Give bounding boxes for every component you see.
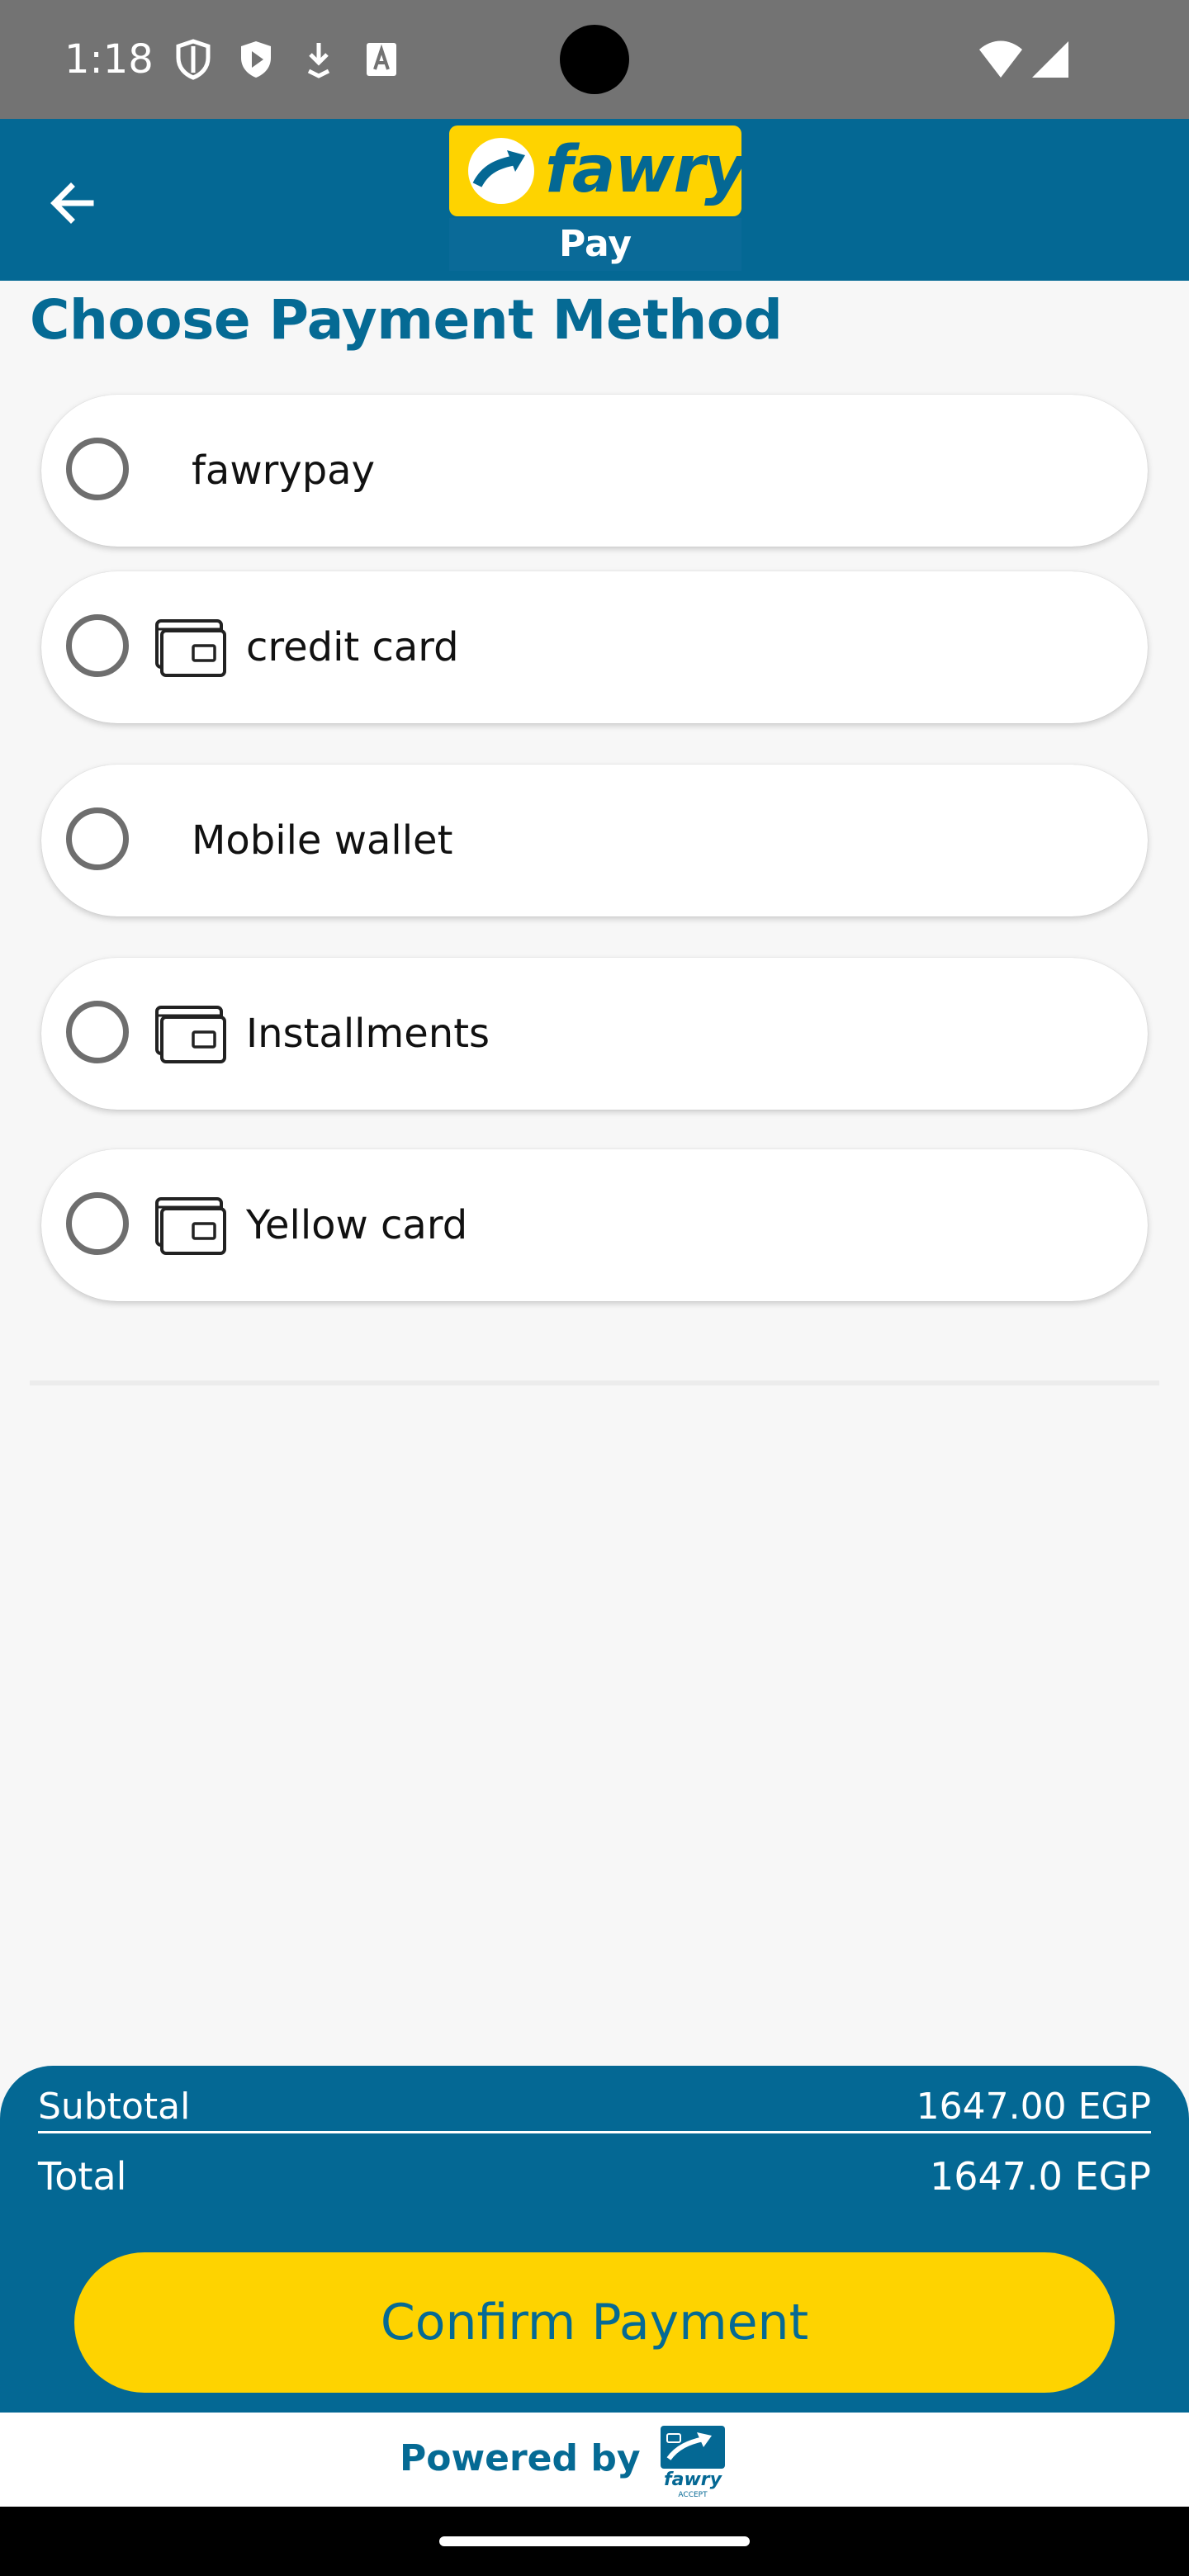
status-bar: 1:18 [0,0,1189,119]
total-value: 1647.0 EGP [929,2154,1151,2199]
fawry-accept-logo: fawry ACCEPT [661,2426,725,2498]
page-title: Choose Payment Method [30,288,783,352]
app-header: fawry Pay [0,119,1189,281]
card-icon [155,1006,226,1063]
status-time: 1:18 [64,36,154,83]
payment-option-installments[interactable]: Installments [41,958,1148,1110]
fawry-pay-logo: fawry Pay [449,125,746,271]
radio-button[interactable] [66,614,129,677]
order-summary: Subtotal 1647.00 EGP Total 1647.0 EGP Co… [0,2066,1189,2413]
download-icon [307,43,330,78]
logo-text: fawry [545,133,746,207]
wifi-icon [979,40,1022,78]
system-nav-bar [0,2507,1189,2576]
powered-by-label: Powered by [400,2437,641,2479]
payment-option-yellow-card[interactable]: Yellow card [41,1149,1148,1301]
logo-subtext: Pay [449,218,741,271]
option-label: fawrypay [192,447,375,494]
signal-icon [1032,41,1068,78]
total-row: Total 1647.0 EGP [38,2153,1151,2203]
subtotal-row: Subtotal 1647.00 EGP [38,2084,1151,2133]
radio-button[interactable] [66,438,129,500]
payment-option-mobile-wallet[interactable]: Mobile wallet [41,765,1148,916]
radio-button[interactable] [66,807,129,870]
divider [30,1380,1159,1385]
footer: Powered by fawry ACCEPT [0,2413,1189,2507]
option-label: Yellow card [246,1202,468,1248]
payment-option-fawrypay[interactable]: fawrypay [41,395,1148,547]
card-icon [155,619,226,677]
option-label: Mobile wallet [192,817,453,864]
subtotal-value: 1647.00 EGP [916,2086,1151,2128]
text-icon [367,43,396,76]
total-label: Total [38,2154,127,2199]
subtotal-label: Subtotal [38,2086,191,2128]
logo-banner: fawry [449,125,746,216]
footer-logo-text: fawry [664,2469,723,2490]
option-label: credit card [246,624,459,670]
radio-button[interactable] [66,1001,129,1063]
back-button[interactable] [40,170,106,236]
card-icon [155,1197,226,1255]
payment-option-credit-card[interactable]: credit card [41,571,1148,723]
shield-icon [176,39,211,80]
footer-logo-subtext: ACCEPT [678,2491,708,2498]
radio-button[interactable] [66,1192,129,1255]
fawry-swirl-icon [468,138,534,204]
play-icon [241,41,271,78]
home-indicator[interactable] [439,2536,750,2546]
confirm-payment-button[interactable]: Confirm Payment [74,2252,1115,2393]
option-label: Installments [246,1011,490,1057]
camera-cutout [560,25,629,94]
